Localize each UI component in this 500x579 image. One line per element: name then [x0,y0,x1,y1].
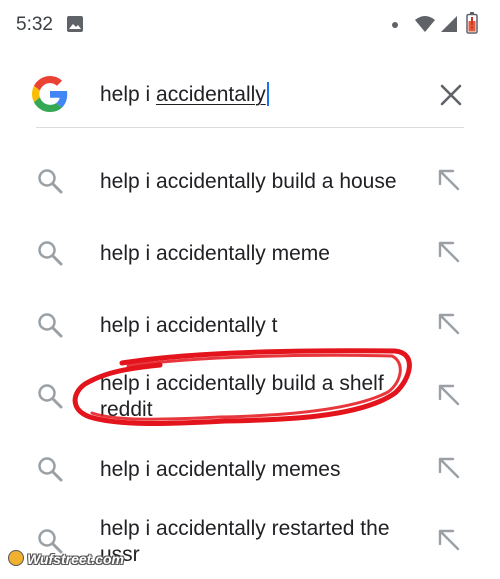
search-icon [36,455,64,488]
suggestion-text: help i accidentally build a house [100,170,397,193]
text-cursor [266,82,269,106]
notification-dot-icon [392,22,398,28]
watermark-text: Wufstreet.com [27,551,124,567]
search-bar[interactable]: help i accidentally [0,60,500,130]
arrow-up-left-icon[interactable] [436,167,462,198]
watermark-logo-icon [8,550,24,566]
search-divider [36,127,464,128]
suggestion-item[interactable]: help i accidentally t [0,289,500,361]
suggestion-text: help i accidentally build a shelf reddit [100,372,384,421]
status-bar: 5:32 [0,0,500,48]
close-icon[interactable] [436,80,466,110]
signal-icon [440,15,458,38]
search-icon [36,167,64,200]
suggestion-item[interactable]: help i accidentally build a house [0,145,500,217]
arrow-up-left-icon[interactable] [436,311,462,342]
status-time: 5:32 [16,14,53,35]
search-icon [36,382,64,415]
suggestion-text: help i accidentally memes [100,458,341,481]
search-query-composing: accidentally [156,83,266,106]
watermark: Wufstreet.com [8,550,124,567]
suggestion-text: help i accidentally meme [100,242,330,265]
suggestion-item[interactable]: help i accidentally build a shelf reddit [0,360,500,432]
wifi-icon [414,15,436,38]
google-logo-icon [32,76,68,117]
suggestion-item[interactable]: help i accidentally memes [0,433,500,505]
search-input[interactable]: help i accidentally [100,82,269,107]
search-icon [36,311,64,344]
search-icon [36,239,64,272]
arrow-up-left-icon[interactable] [436,527,462,558]
battery-icon [466,12,478,39]
arrow-up-left-icon[interactable] [436,382,462,413]
suggestion-text: help i accidentally t [100,314,278,337]
search-query-prefix: help i [100,83,157,106]
suggestion-item[interactable]: help i accidentally meme [0,217,500,289]
arrow-up-left-icon[interactable] [436,455,462,486]
photo-icon [66,15,84,38]
arrow-up-left-icon[interactable] [436,239,462,270]
suggestion-text: help i accidentally restarted the ussr [100,517,390,566]
